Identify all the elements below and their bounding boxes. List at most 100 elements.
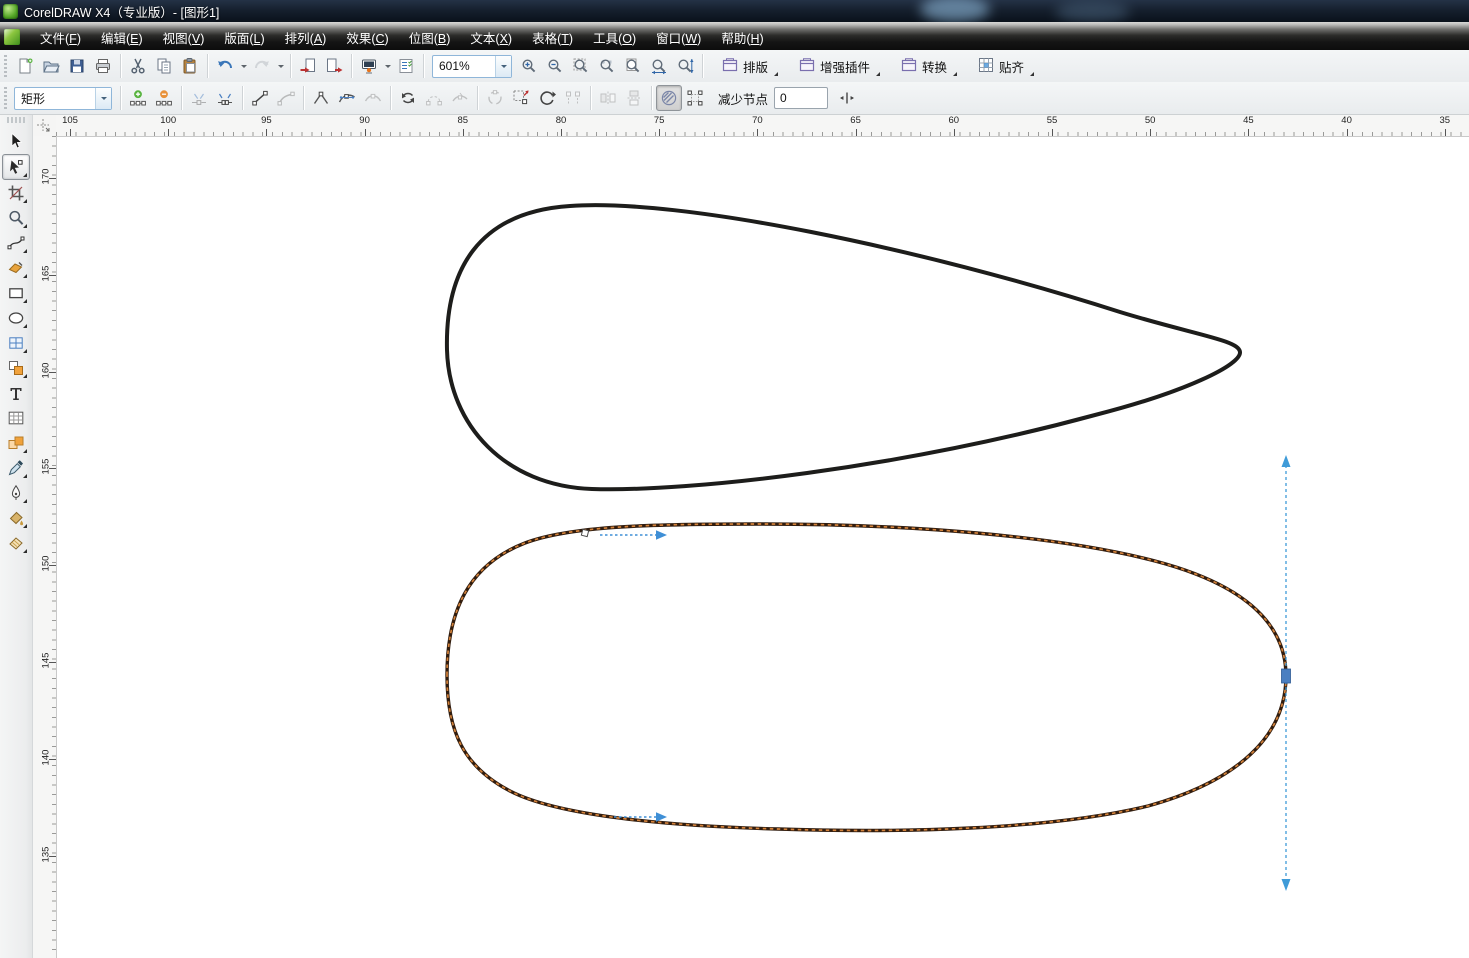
save-icon[interactable] bbox=[64, 53, 90, 79]
menu-x[interactable]: 文本(X) bbox=[460, 25, 522, 50]
ruler-origin-box[interactable] bbox=[32, 114, 57, 137]
zoom-page-width-icon[interactable] bbox=[646, 53, 672, 79]
cusp-node-icon[interactable] bbox=[308, 85, 334, 111]
align-nodes-icon[interactable] bbox=[560, 85, 586, 111]
import-icon[interactable] bbox=[295, 53, 321, 79]
join-nodes-icon[interactable] bbox=[186, 85, 212, 111]
v-ruler-ticks bbox=[52, 136, 56, 958]
pill-curve-selected[interactable] bbox=[447, 524, 1286, 830]
text-tool[interactable] bbox=[3, 381, 29, 405]
reflect-horizontal-icon[interactable] bbox=[595, 85, 621, 111]
graph-paper-tool[interactable] bbox=[3, 331, 29, 355]
reduce-nodes-slider[interactable] bbox=[834, 85, 860, 111]
menu-b[interactable]: 位图(B) bbox=[399, 25, 461, 50]
menu-w[interactable]: 窗口(W) bbox=[646, 25, 711, 50]
app-launcher-caret[interactable] bbox=[382, 53, 393, 79]
menu-o[interactable]: 工具(O) bbox=[583, 25, 646, 50]
break-curve-icon[interactable] bbox=[212, 85, 238, 111]
smooth-node-icon[interactable] bbox=[334, 85, 360, 111]
stretch-nodes-icon[interactable] bbox=[508, 85, 534, 111]
pick-tool[interactable] bbox=[3, 129, 29, 153]
menu-f[interactable]: 文件(F) bbox=[30, 25, 91, 50]
fill-tool[interactable] bbox=[3, 506, 29, 530]
reverse-direction-icon[interactable] bbox=[395, 85, 421, 111]
toolbar-button-label: 贴齐 bbox=[999, 57, 1024, 76]
add-node-icon[interactable] bbox=[125, 85, 151, 111]
coreldraw-app-icon bbox=[3, 4, 18, 19]
rotate-nodes-icon[interactable] bbox=[534, 85, 560, 111]
convert-to-line-icon[interactable] bbox=[247, 85, 273, 111]
menu-c[interactable]: 效果(C) bbox=[336, 25, 398, 50]
undo-dropdown-caret[interactable] bbox=[238, 53, 249, 79]
zoom-all-objects-icon[interactable] bbox=[594, 53, 620, 79]
vertical-ruler[interactable]: 170165160155150145140135 bbox=[32, 136, 57, 958]
curve-node-marker[interactable] bbox=[581, 529, 588, 536]
selected-node[interactable] bbox=[1282, 669, 1291, 683]
reflect-vertical-icon[interactable] bbox=[621, 85, 647, 111]
toolbar-button-增强插件[interactable]: 增强插件 bbox=[792, 54, 876, 79]
zoom-out-icon[interactable] bbox=[542, 53, 568, 79]
v-ruler-major-tick bbox=[49, 856, 56, 857]
elastic-mode-icon[interactable] bbox=[656, 85, 682, 111]
blend-tool[interactable] bbox=[3, 431, 29, 455]
app-launcher-icon[interactable] bbox=[356, 53, 382, 79]
interactive-fill-tool[interactable] bbox=[3, 531, 29, 555]
ellipse-tool[interactable] bbox=[3, 306, 29, 330]
v-ruler-major-tick bbox=[49, 662, 56, 663]
menu-l[interactable]: 版面(L) bbox=[214, 25, 274, 50]
reduce-nodes-input[interactable]: 0 bbox=[774, 87, 828, 109]
shape-type-dropdown-button[interactable] bbox=[95, 88, 111, 109]
zoom-in-icon[interactable] bbox=[516, 53, 542, 79]
zoom-page-height-icon[interactable] bbox=[672, 53, 698, 79]
table-tool[interactable] bbox=[3, 406, 29, 430]
outline-pen-tool[interactable] bbox=[3, 481, 29, 505]
welcome-options-icon[interactable] bbox=[393, 53, 419, 79]
teardrop-curve[interactable] bbox=[447, 205, 1240, 489]
drawing-canvas[interactable] bbox=[56, 136, 1469, 958]
freehand-tool[interactable] bbox=[3, 231, 29, 255]
redo-icon[interactable] bbox=[249, 53, 275, 79]
undo-icon[interactable] bbox=[212, 53, 238, 79]
cut-icon[interactable] bbox=[125, 53, 151, 79]
shape-type-combo[interactable]: 矩形 bbox=[14, 87, 112, 110]
convert-to-curve-icon[interactable] bbox=[273, 85, 299, 111]
propbar-drag-handle[interactable] bbox=[2, 87, 9, 109]
zoom-page-icon[interactable] bbox=[620, 53, 646, 79]
new-document-icon[interactable] bbox=[12, 53, 38, 79]
menu-v[interactable]: 视图(V) bbox=[153, 25, 215, 50]
toolbox-drag-handle[interactable] bbox=[7, 117, 25, 123]
crop-tool[interactable] bbox=[3, 181, 29, 205]
export-icon[interactable] bbox=[321, 53, 347, 79]
zoom-tool[interactable] bbox=[3, 206, 29, 230]
open-folder-icon[interactable] bbox=[38, 53, 64, 79]
extend-curve-close-icon[interactable] bbox=[421, 85, 447, 111]
shape-tool[interactable] bbox=[2, 154, 30, 180]
menu-e[interactable]: 编辑(E) bbox=[91, 25, 153, 50]
basic-shapes-tool[interactable] bbox=[3, 356, 29, 380]
zoom-level-dropdown-button[interactable] bbox=[495, 56, 511, 77]
zoom-level-combo[interactable]: 601% bbox=[432, 55, 512, 78]
redo-dropdown-caret[interactable] bbox=[275, 53, 286, 79]
eyedropper-tool[interactable] bbox=[3, 456, 29, 480]
delete-node-icon[interactable] bbox=[151, 85, 177, 111]
toolbar-button-贴齐[interactable]: 贴齐 bbox=[971, 54, 1030, 79]
toolbar-separator bbox=[303, 86, 304, 110]
zoom-selected-icon[interactable] bbox=[568, 53, 594, 79]
paste-icon[interactable] bbox=[177, 53, 203, 79]
toolbar-button-转换[interactable]: 转换 bbox=[894, 54, 953, 79]
smart-fill-tool[interactable] bbox=[3, 256, 29, 280]
select-all-nodes-icon[interactable] bbox=[682, 85, 708, 111]
horizontal-ruler[interactable]: 10510095908580757065605550454035 bbox=[56, 114, 1469, 137]
menu-t[interactable]: 表格(T) bbox=[522, 25, 583, 50]
toolbar-button-排版[interactable]: 排版 bbox=[715, 54, 774, 79]
rectangle-tool[interactable] bbox=[3, 281, 29, 305]
print-icon[interactable] bbox=[90, 53, 116, 79]
layout-window-icon bbox=[721, 56, 739, 77]
close-curve-icon[interactable] bbox=[482, 85, 508, 111]
menu-a[interactable]: 排列(A) bbox=[275, 25, 337, 50]
menu-h[interactable]: 帮助(H) bbox=[711, 25, 773, 50]
toolbar-drag-handle[interactable] bbox=[2, 55, 9, 77]
extract-subpath-icon[interactable] bbox=[447, 85, 473, 111]
symmetrical-node-icon[interactable] bbox=[360, 85, 386, 111]
copy-icon[interactable] bbox=[151, 53, 177, 79]
